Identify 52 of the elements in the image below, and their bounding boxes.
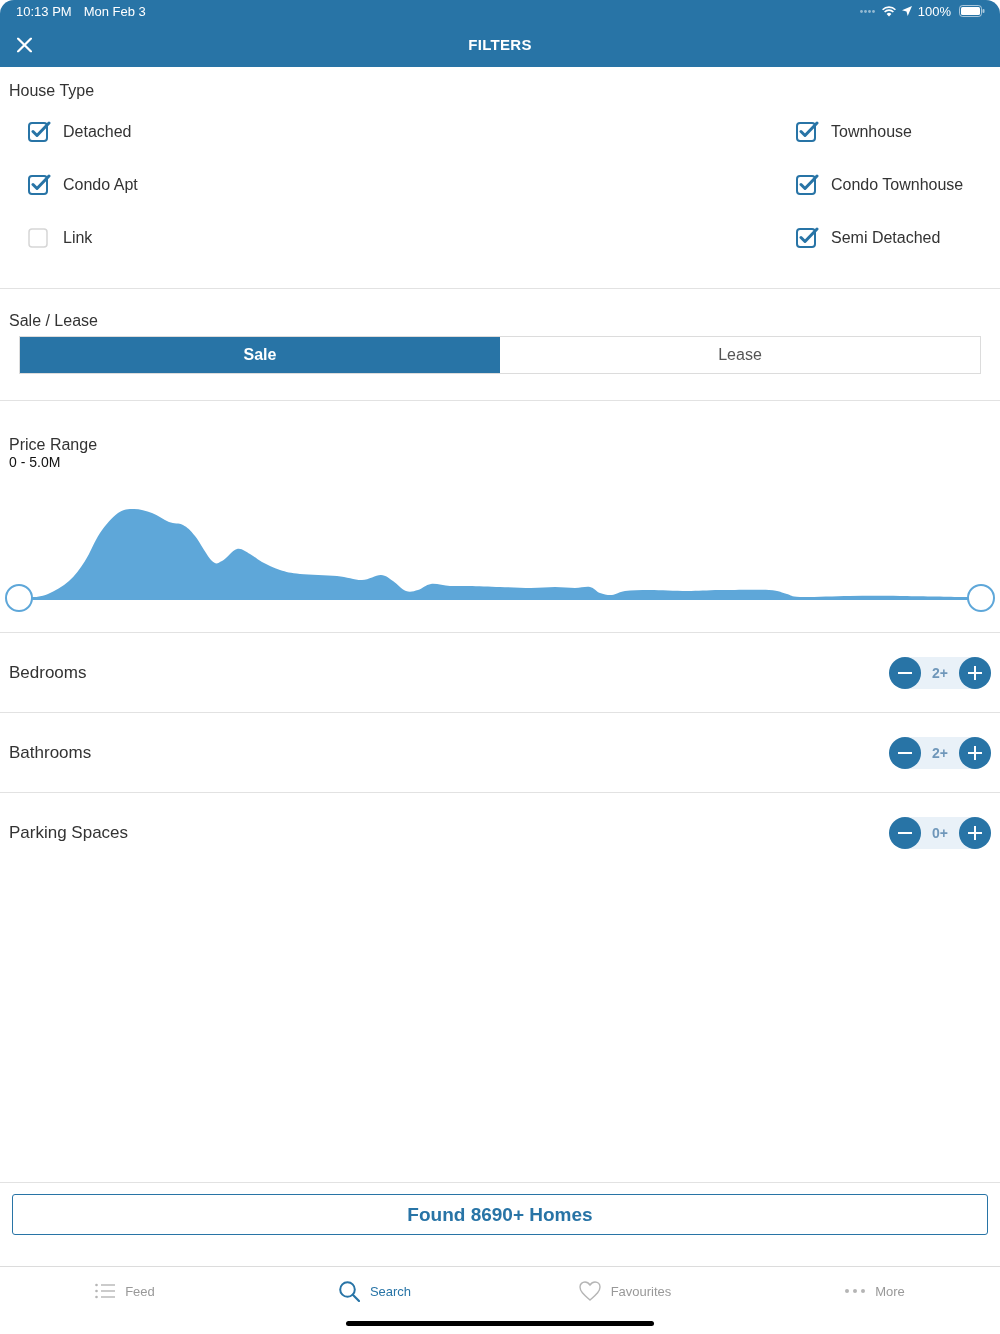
close-icon [17,37,32,52]
plus-icon [968,745,982,760]
checked-checkbox-icon[interactable] [796,227,819,248]
counter-label: Bedrooms [9,662,87,683]
results-button[interactable]: Found 8690+ Homes [12,1194,988,1235]
minus-icon [898,751,912,754]
tab-bar-item[interactable]: Search [250,1279,500,1303]
signal-icon [859,9,876,13]
counter-label: Bathrooms [9,742,92,763]
checkbox-label[interactable]: Detached [63,122,132,141]
minus-icon [898,832,912,834]
checked-checkbox-icon[interactable] [796,174,819,195]
battery-percentage: 100% [917,3,951,19]
location-arrow-icon [901,6,912,16]
section-label: Price Range [8,435,99,454]
checkbox-label[interactable]: Condo Townhouse [831,175,964,194]
checked-checkbox-icon[interactable] [796,121,819,142]
checked-checkbox-icon[interactable] [28,174,51,195]
increment-button[interactable] [959,656,991,689]
checked-checkbox-icon[interactable] [28,121,51,142]
checkbox-label[interactable]: Semi Detached [831,228,941,247]
heart-icon [578,1281,601,1301]
stepper-value: 2+ [932,664,948,681]
decrement-button[interactable] [889,656,921,689]
slider-handle[interactable] [5,584,33,612]
segment-tab[interactable]: Sale [20,337,500,373]
status-date: Mon Feb 3 [83,3,146,19]
counter-label: Parking Spaces [9,823,129,843]
plus-icon [968,665,982,680]
checkbox-label[interactable]: Link [63,228,93,247]
stepper-value: 0+ [932,825,948,841]
status-time: 10:13 PM [16,3,72,19]
decrement-button[interactable] [889,736,921,769]
plus-icon [968,826,982,840]
more-icon [845,1289,866,1293]
search-icon [338,1280,360,1302]
increment-button[interactable] [959,817,991,849]
section-label: House Type [8,81,96,100]
checkbox-label[interactable]: Townhouse [831,122,912,141]
list-icon [95,1283,116,1299]
stepper-value: 2+ [932,744,948,761]
battery-icon [959,5,985,17]
price-range-value: 0 - 5.0M [8,454,62,471]
increment-button[interactable] [959,736,991,769]
section-label: Sale / Lease [8,311,99,330]
wifi-icon [881,5,896,17]
slider-handle[interactable] [967,584,995,612]
screen-title: FILTERS [468,36,532,53]
empty-checkbox-icon[interactable] [28,227,51,248]
checkbox-label[interactable]: Condo Apt [63,175,138,194]
decrement-button[interactable] [889,817,921,849]
minus-icon [898,671,912,674]
